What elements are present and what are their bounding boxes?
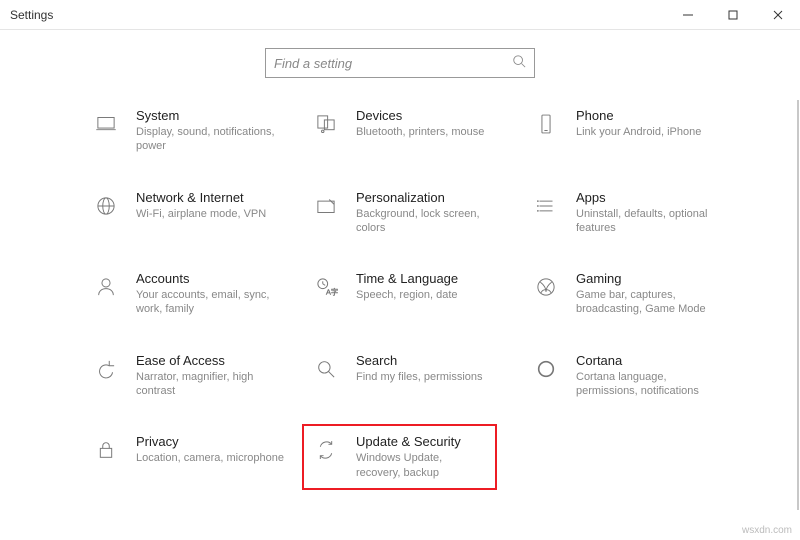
person-icon <box>90 271 122 303</box>
tile-desc: Bluetooth, printers, mouse <box>356 125 484 139</box>
sync-icon <box>310 434 342 466</box>
tile-title: Cortana <box>576 353 726 368</box>
scrollbar[interactable] <box>797 100 799 510</box>
tile-gaming[interactable]: Gaming Game bar, captures, broadcasting,… <box>530 271 750 317</box>
tile-desc: Background, lock screen, colors <box>356 207 506 236</box>
tile-title: Update & Security <box>356 434 489 449</box>
tile-title: Network & Internet <box>136 190 266 205</box>
window-controls <box>665 0 800 30</box>
apps-icon <box>530 190 562 222</box>
minimize-button[interactable] <box>665 0 710 30</box>
xbox-icon <box>530 271 562 303</box>
globe-icon <box>90 190 122 222</box>
tile-desc: Game bar, captures, broadcasting, Game M… <box>576 288 726 317</box>
watermark: wsxdn.com <box>742 525 792 536</box>
search-icon <box>512 54 526 73</box>
tile-desc: Cortana language, permissions, notificat… <box>576 370 726 399</box>
lock-icon <box>90 434 122 466</box>
tile-privacy[interactable]: Privacy Location, camera, microphone <box>90 434 310 490</box>
ease-icon <box>90 353 122 385</box>
tile-network[interactable]: Network & Internet Wi-Fi, airplane mode,… <box>90 190 310 236</box>
tile-desc: Your accounts, email, sync, work, family <box>136 288 286 317</box>
cortana-icon <box>530 353 562 385</box>
tile-title: Phone <box>576 108 701 123</box>
tile-desc: Wi-Fi, airplane mode, VPN <box>136 207 266 221</box>
search-container <box>0 48 800 78</box>
devices-icon <box>310 108 342 140</box>
maximize-button[interactable] <box>710 0 755 30</box>
tile-desc: Speech, region, date <box>356 288 458 302</box>
tile-update-security[interactable]: Update & Security Windows Update, recove… <box>302 424 497 490</box>
search-box[interactable] <box>265 48 535 78</box>
tile-title: Time & Language <box>356 271 458 286</box>
tile-title: Ease of Access <box>136 353 286 368</box>
tile-title: Devices <box>356 108 484 123</box>
magnify-icon <box>310 353 342 385</box>
tile-desc: Uninstall, defaults, optional features <box>576 207 726 236</box>
window-title: Settings <box>10 8 665 22</box>
tile-phone[interactable]: Phone Link your Android, iPhone <box>530 108 750 154</box>
laptop-icon <box>90 108 122 140</box>
close-button[interactable] <box>755 0 800 30</box>
tile-ease-of-access[interactable]: Ease of Access Narrator, magnifier, high… <box>90 353 310 399</box>
phone-icon <box>530 108 562 140</box>
tile-desc: Windows Update, recovery, backup <box>356 451 489 480</box>
settings-grid: System Display, sound, notifications, po… <box>0 108 800 490</box>
tile-title: Apps <box>576 190 726 205</box>
tile-time[interactable]: A字 Time & Language Speech, region, date <box>310 271 530 317</box>
tile-devices[interactable]: Devices Bluetooth, printers, mouse <box>310 108 530 154</box>
tile-title: Search <box>356 353 483 368</box>
svg-text:A字: A字 <box>326 288 338 297</box>
tile-title: System <box>136 108 286 123</box>
tile-title: Privacy <box>136 434 284 449</box>
tile-desc: Link your Android, iPhone <box>576 125 701 139</box>
tile-system[interactable]: System Display, sound, notifications, po… <box>90 108 310 154</box>
tile-desc: Display, sound, notifications, power <box>136 125 286 154</box>
tile-desc: Find my files, permissions <box>356 370 483 384</box>
tile-desc: Location, camera, microphone <box>136 451 284 465</box>
tile-cortana[interactable]: Cortana Cortana language, permissions, n… <box>530 353 750 399</box>
time-language-icon: A字 <box>310 271 342 303</box>
tile-accounts[interactable]: Accounts Your accounts, email, sync, wor… <box>90 271 310 317</box>
search-input[interactable] <box>274 56 512 71</box>
title-bar: Settings <box>0 0 800 30</box>
tile-desc: Narrator, magnifier, high contrast <box>136 370 286 399</box>
tile-personalization[interactable]: Personalization Background, lock screen,… <box>310 190 530 236</box>
tile-title: Gaming <box>576 271 726 286</box>
tile-title: Accounts <box>136 271 286 286</box>
tile-search[interactable]: Search Find my files, permissions <box>310 353 530 399</box>
tile-apps[interactable]: Apps Uninstall, defaults, optional featu… <box>530 190 750 236</box>
paint-icon <box>310 190 342 222</box>
tile-title: Personalization <box>356 190 506 205</box>
